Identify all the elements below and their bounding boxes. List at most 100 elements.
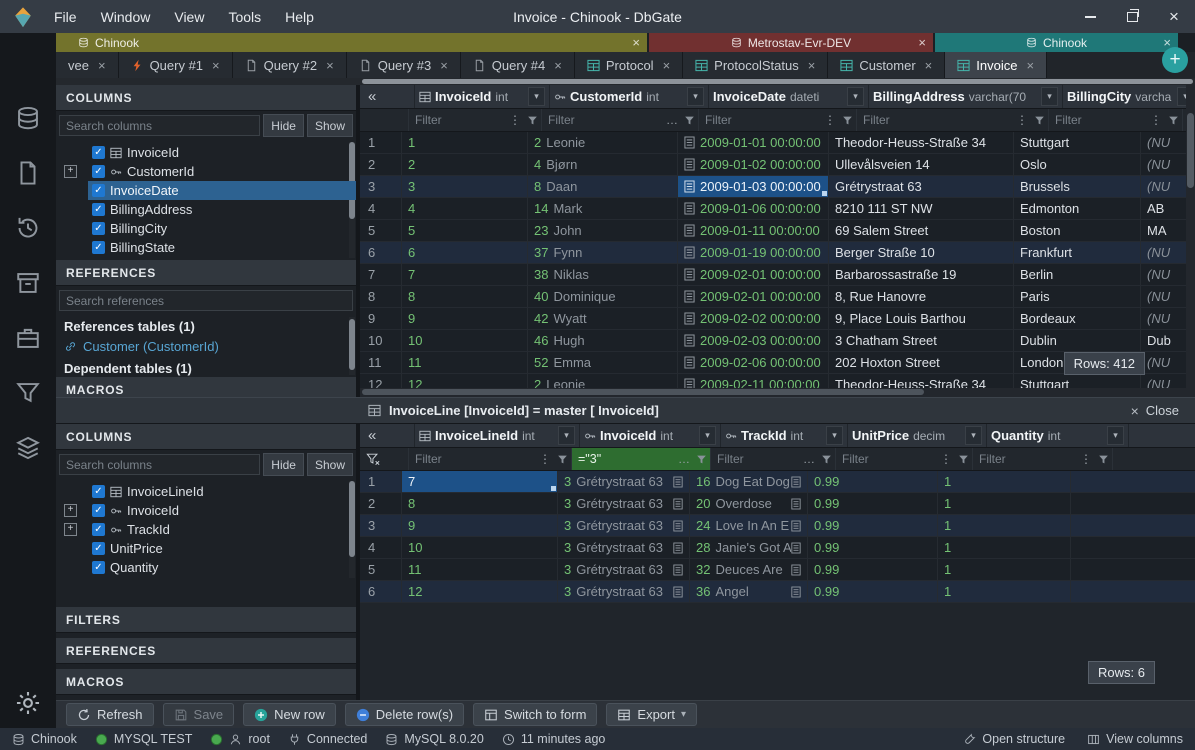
tab-query-2[interactable]: Query #2× — [233, 52, 347, 78]
data-cell[interactable]: 2009-01-11 00:00:00 — [678, 220, 829, 241]
data-cell[interactable]: 2009-02-01 00:00:00 — [678, 286, 829, 307]
filter-more-button[interactable]: ⋮ — [1013, 113, 1031, 127]
data-cell[interactable]: 40Dominique — [528, 286, 678, 307]
filter-input-invoiceid[interactable]: Filter⋮ — [409, 109, 542, 131]
restore-button[interactable] — [1111, 0, 1153, 33]
column-header-invoicelineid[interactable]: InvoiceLineIdint▾ — [415, 424, 580, 447]
filter-funnel-button[interactable] — [1095, 454, 1112, 465]
data-cell[interactable]: 2009-02-02 00:00:00 — [678, 308, 829, 329]
data-cell[interactable]: 8, Rue Hanovre — [829, 286, 1014, 307]
status-view-columns[interactable]: View columns — [1087, 732, 1183, 746]
data-cell[interactable]: Oslo — [1014, 154, 1141, 175]
delete-row-s-button[interactable]: Delete row(s) — [345, 703, 464, 726]
filter-input-quantity[interactable]: Filter⋮ — [973, 448, 1113, 470]
filter-funnel-button[interactable] — [955, 454, 972, 465]
column-checkbox[interactable]: ✓ — [92, 222, 105, 235]
data-cell[interactable]: 0.99 — [808, 471, 938, 492]
column-checkbox[interactable]: ✓ — [92, 241, 105, 254]
tab-vee[interactable]: vee× — [56, 52, 119, 78]
row-number[interactable]: 4 — [360, 198, 402, 219]
column-dropdown-icon[interactable]: ▾ — [847, 87, 864, 106]
columns-section-header[interactable]: COLUMNS — [56, 424, 356, 450]
data-cell[interactable]: 3Grétrystraat 63 — [558, 559, 690, 580]
data-cell[interactable]: 8 — [402, 493, 558, 514]
column-header-quantity[interactable]: Quantityint▾ — [987, 424, 1129, 447]
data-cell[interactable]: 1 — [938, 515, 1071, 536]
references-section-header[interactable]: REFERENCES — [56, 260, 356, 286]
master-column-item-billingaddress[interactable]: ✓BillingAddress — [88, 200, 356, 219]
filter-more-button[interactable]: ⋮ — [1147, 113, 1165, 127]
selection-handle[interactable] — [551, 486, 556, 491]
column-dropdown-icon[interactable]: ▾ — [826, 426, 843, 445]
columns-search-input[interactable] — [59, 454, 260, 475]
row-number[interactable]: 10 — [360, 330, 402, 351]
data-cell[interactable]: 7 — [402, 471, 558, 492]
data-cell[interactable]: 1 — [938, 493, 1071, 514]
horizontal-scrollbar[interactable] — [360, 388, 1186, 397]
master-column-item-billingstate[interactable]: ✓BillingState — [88, 238, 356, 257]
expand-toggle-icon[interactable]: + — [64, 504, 77, 517]
close-button[interactable]: × — [1153, 0, 1195, 33]
data-cell[interactable]: 3 Chatham Street — [829, 330, 1014, 351]
tab-close-icon[interactable]: × — [663, 58, 671, 73]
row-number[interactable]: 2 — [360, 493, 402, 514]
filter-more-button[interactable]: … — [663, 113, 681, 127]
scrollbar-thumb[interactable] — [349, 319, 355, 370]
reference-link-customer[interactable]: Customer (CustomerId) — [56, 336, 356, 357]
row-number[interactable]: 6 — [360, 242, 402, 263]
data-cell[interactable]: Dublin — [1014, 330, 1141, 351]
column-header-billingcity[interactable]: BillingCityvarcha▾ — [1063, 85, 1195, 108]
show-button[interactable]: Show — [307, 114, 353, 137]
data-cell[interactable]: 8Daan — [528, 176, 678, 197]
menu-view[interactable]: View — [162, 0, 216, 33]
data-cell[interactable]: 8210 111 ST NW — [829, 198, 1014, 219]
data-cell[interactable]: Grétrystraat 63 — [829, 176, 1014, 197]
column-checkbox[interactable]: ✓ — [92, 165, 105, 178]
grid-collapse-button[interactable]: « — [360, 85, 415, 108]
references-section-header[interactable]: REFERENCES — [56, 638, 356, 664]
data-cell[interactable]: 0.99 — [808, 515, 938, 536]
hide-button[interactable]: Hide — [263, 453, 304, 476]
tab-scrollbar[interactable] — [56, 78, 1195, 85]
column-dropdown-icon[interactable]: ▾ — [965, 426, 982, 445]
data-cell[interactable]: 24Love In An E — [690, 515, 808, 536]
data-cell[interactable]: Bordeaux — [1014, 308, 1141, 329]
new-row-button[interactable]: New row — [243, 703, 336, 726]
data-cell[interactable]: 3Grétrystraat 63 — [558, 537, 690, 558]
data-cell[interactable]: 12 — [402, 581, 558, 602]
data-cell[interactable]: Boston — [1014, 220, 1141, 241]
tab-close-icon[interactable]: × — [925, 58, 933, 73]
status-open-structure[interactable]: Open structure — [963, 732, 1065, 746]
sidebar-briefcase-icon[interactable] — [15, 325, 41, 351]
data-cell[interactable]: 37Fynn — [528, 242, 678, 263]
filter-input-unitprice[interactable]: Filter⋮ — [836, 448, 973, 470]
column-checkbox[interactable]: ✓ — [92, 146, 105, 159]
filter-funnel-button[interactable] — [524, 115, 541, 126]
selection-handle[interactable] — [822, 191, 827, 196]
tab-query-4[interactable]: Query #4× — [461, 52, 575, 78]
filter-input-invoiceid[interactable]: ="3"… — [572, 448, 711, 470]
column-checkbox[interactable]: ✓ — [92, 523, 105, 536]
detail-column-item-quantity[interactable]: ✓Quantity — [88, 558, 356, 577]
column-header-customerid[interactable]: CustomerIdint▾ — [550, 85, 709, 108]
data-cell[interactable]: 3Grétrystraat 63 — [558, 515, 690, 536]
column-header-invoiceid[interactable]: InvoiceIdint▾ — [580, 424, 721, 447]
settings-gear-icon[interactable] — [15, 690, 41, 716]
data-cell[interactable]: 1 — [938, 581, 1071, 602]
data-cell[interactable]: Paris — [1014, 286, 1141, 307]
filter-input-billingcity[interactable]: Filter⋮ — [1049, 109, 1183, 131]
master-column-item-billingcity[interactable]: ✓BillingCity — [88, 219, 356, 238]
data-cell[interactable]: 28Janie's Got A — [690, 537, 808, 558]
column-checkbox[interactable]: ✓ — [92, 184, 105, 197]
data-cell[interactable]: 1 — [938, 471, 1071, 492]
filter-funnel-button[interactable] — [681, 115, 698, 126]
column-checkbox[interactable]: ✓ — [92, 203, 105, 216]
data-cell[interactable]: Frankfurt — [1014, 242, 1141, 263]
data-cell[interactable]: Berger Straße 10 — [829, 242, 1014, 263]
data-cell[interactable]: 9, Place Louis Barthou — [829, 308, 1014, 329]
tab-close-icon[interactable]: × — [554, 58, 562, 73]
scrollbar-thumb[interactable] — [1187, 113, 1194, 188]
tab-group-close-icon[interactable]: × — [918, 35, 926, 50]
columns-search-input[interactable] — [59, 115, 260, 136]
tab-group-metrostav-evr-dev[interactable]: Metrostav-Evr-DEV× — [649, 33, 933, 52]
